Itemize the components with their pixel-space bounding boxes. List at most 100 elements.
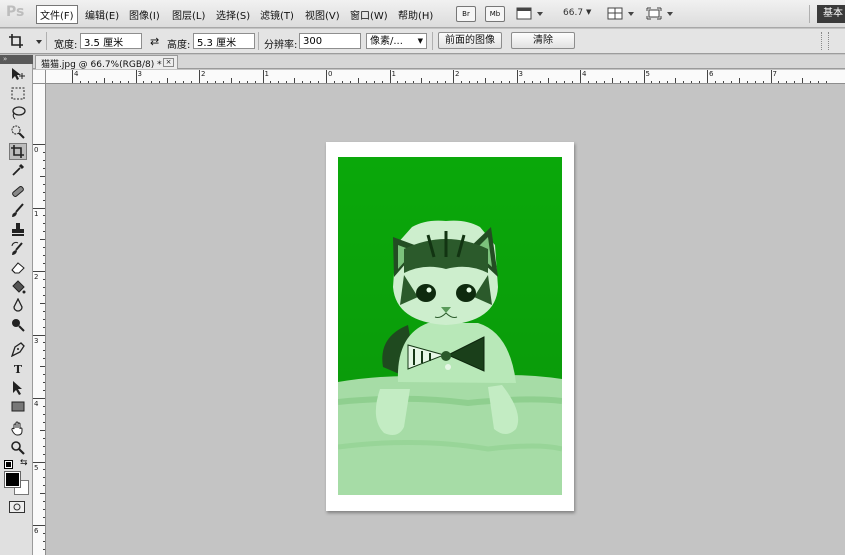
menu-filter[interactable]: 滤镜(T) [260, 7, 294, 22]
resolution-label: 分辨率: [264, 40, 298, 51]
quick-select-tool-icon[interactable] [9, 124, 27, 141]
move-tool-icon[interactable] [9, 67, 27, 84]
resolution-input[interactable] [299, 33, 361, 49]
front-image-button[interactable]: 前面的图像 [438, 32, 502, 49]
arrange-documents-button[interactable] [607, 7, 635, 24]
ruler-minor-tick [43, 310, 45, 312]
width-input[interactable] [80, 33, 142, 49]
cat-image [338, 157, 562, 495]
menu-view[interactable]: 视图(V) [305, 7, 340, 22]
zoom-tool-icon[interactable] [9, 440, 27, 457]
path-select-tool-icon[interactable] [9, 380, 27, 397]
paint-bucket-tool-icon[interactable] [9, 279, 27, 296]
mini-bridge-button[interactable]: Mb [485, 6, 505, 22]
workspace-button[interactable]: 基本 [817, 5, 845, 23]
ruler-minor-tick [492, 81, 494, 83]
eyedropper-tool-icon[interactable] [9, 162, 27, 179]
ruler-minor-tick [722, 81, 724, 83]
crop-tool-icon[interactable] [9, 143, 27, 160]
eraser-tool-icon[interactable] [9, 260, 27, 277]
ruler-minor-tick [333, 81, 335, 83]
foreground-color-swatch[interactable] [4, 471, 21, 488]
type-tool-icon[interactable]: T [9, 361, 27, 378]
crop-icon [9, 34, 42, 48]
ruler-minor-tick [484, 78, 486, 83]
ruler-minor-tick [302, 81, 304, 83]
resolution-unit-select[interactable]: 像素/... ▼ [366, 33, 427, 49]
ruler-minor-tick [746, 81, 748, 83]
ruler-minor-tick [127, 81, 129, 83]
healing-brush-tool-icon[interactable] [9, 184, 27, 201]
ruler-major-tick [580, 70, 581, 83]
close-tab-icon[interactable]: × [163, 58, 174, 67]
screen-mode-icon [646, 7, 673, 20]
history-brush-tool-icon[interactable] [9, 241, 27, 258]
ruler-minor-tick [43, 183, 45, 185]
resolution-unit-value: 像素/... [370, 36, 403, 47]
ruler-minor-tick [683, 81, 685, 83]
view-extras-button[interactable] [516, 7, 544, 24]
ruler-minor-tick [349, 81, 351, 83]
swap-dimensions-button[interactable]: ⇄ [150, 36, 159, 47]
blur-tool-icon[interactable] [9, 297, 27, 315]
ruler-minor-tick [508, 81, 510, 83]
zoom-level[interactable]: 66.7 [563, 8, 583, 18]
menu-window[interactable]: 窗口(W) [350, 7, 388, 22]
panel-collapse-handle[interactable] [821, 32, 829, 50]
default-colors-icon[interactable] [4, 460, 13, 469]
clear-button[interactable]: 清除 [511, 32, 575, 49]
menu-layer[interactable]: 图层(L) [172, 7, 205, 22]
brush-tool-icon[interactable] [9, 203, 27, 220]
ruler-minor-tick [667, 81, 669, 83]
hand-tool-icon[interactable] [9, 421, 27, 438]
menu-select[interactable]: 选择(S) [216, 7, 250, 22]
ruler-minor-tick [40, 366, 45, 368]
zoom-dropdown-arrow[interactable]: ▼ [586, 8, 591, 16]
shape-tool-icon[interactable] [9, 399, 27, 416]
ruler-minor-tick [151, 81, 153, 83]
menu-file[interactable]: 文件(F) [36, 5, 78, 24]
ruler-minor-tick [183, 81, 185, 83]
marquee-tool-icon[interactable] [9, 86, 27, 103]
document-tab[interactable]: 猫猫.jpg @ 66.7%(RGB/8) * [35, 55, 178, 70]
ruler-minor-tick [43, 517, 45, 519]
menu-image[interactable]: 图像(I) [129, 7, 160, 22]
ruler-minor-tick [43, 390, 45, 392]
crop-tool-preset-picker[interactable] [8, 33, 44, 53]
ruler-minor-tick [294, 78, 296, 83]
pen-tool-icon[interactable] [9, 342, 27, 359]
toolbox-collapse-bar[interactable]: » [0, 55, 33, 64]
ruler-minor-tick [254, 81, 256, 83]
ruler-minor-tick [214, 81, 216, 83]
dodge-tool-icon[interactable] [9, 317, 27, 334]
ruler-minor-tick [762, 81, 764, 83]
ruler-minor-tick [43, 247, 45, 249]
bridge-button[interactable]: Br [456, 6, 476, 22]
height-input[interactable] [193, 33, 255, 49]
vertical-ruler[interactable]: 0 1 2 3 4 5 6 [33, 84, 46, 555]
swap-colors-icon[interactable]: ⇆ [20, 458, 28, 468]
ruler-minor-tick [738, 78, 740, 83]
ruler-minor-tick [167, 78, 169, 83]
ruler-major-tick [33, 461, 45, 463]
ruler-origin[interactable] [33, 70, 46, 84]
ruler-minor-tick [699, 81, 701, 83]
ruler-minor-tick [43, 263, 45, 265]
ruler-minor-tick [159, 81, 161, 83]
ruler-minor-tick [754, 81, 756, 83]
screen-mode-button[interactable] [646, 7, 674, 24]
ruler-minor-tick [43, 421, 45, 423]
menu-help[interactable]: 帮助(H) [398, 7, 433, 22]
ruler-minor-tick [357, 78, 359, 83]
horizontal-ruler[interactable]: 4 3 2 1 0 1 2 3 4 5 6 7 [46, 70, 845, 84]
lasso-tool-icon[interactable] [9, 105, 27, 122]
ruler-minor-tick [206, 81, 208, 83]
ruler-minor-tick [445, 81, 447, 83]
quick-mask-button[interactable] [9, 501, 25, 513]
ruler-minor-tick [556, 81, 558, 83]
view-extras-icon [516, 7, 543, 20]
clone-stamp-tool-icon[interactable] [9, 222, 27, 239]
menu-edit[interactable]: 编辑(E) [85, 7, 119, 22]
cat-photo[interactable] [338, 157, 562, 495]
ruler-minor-tick [603, 81, 605, 83]
